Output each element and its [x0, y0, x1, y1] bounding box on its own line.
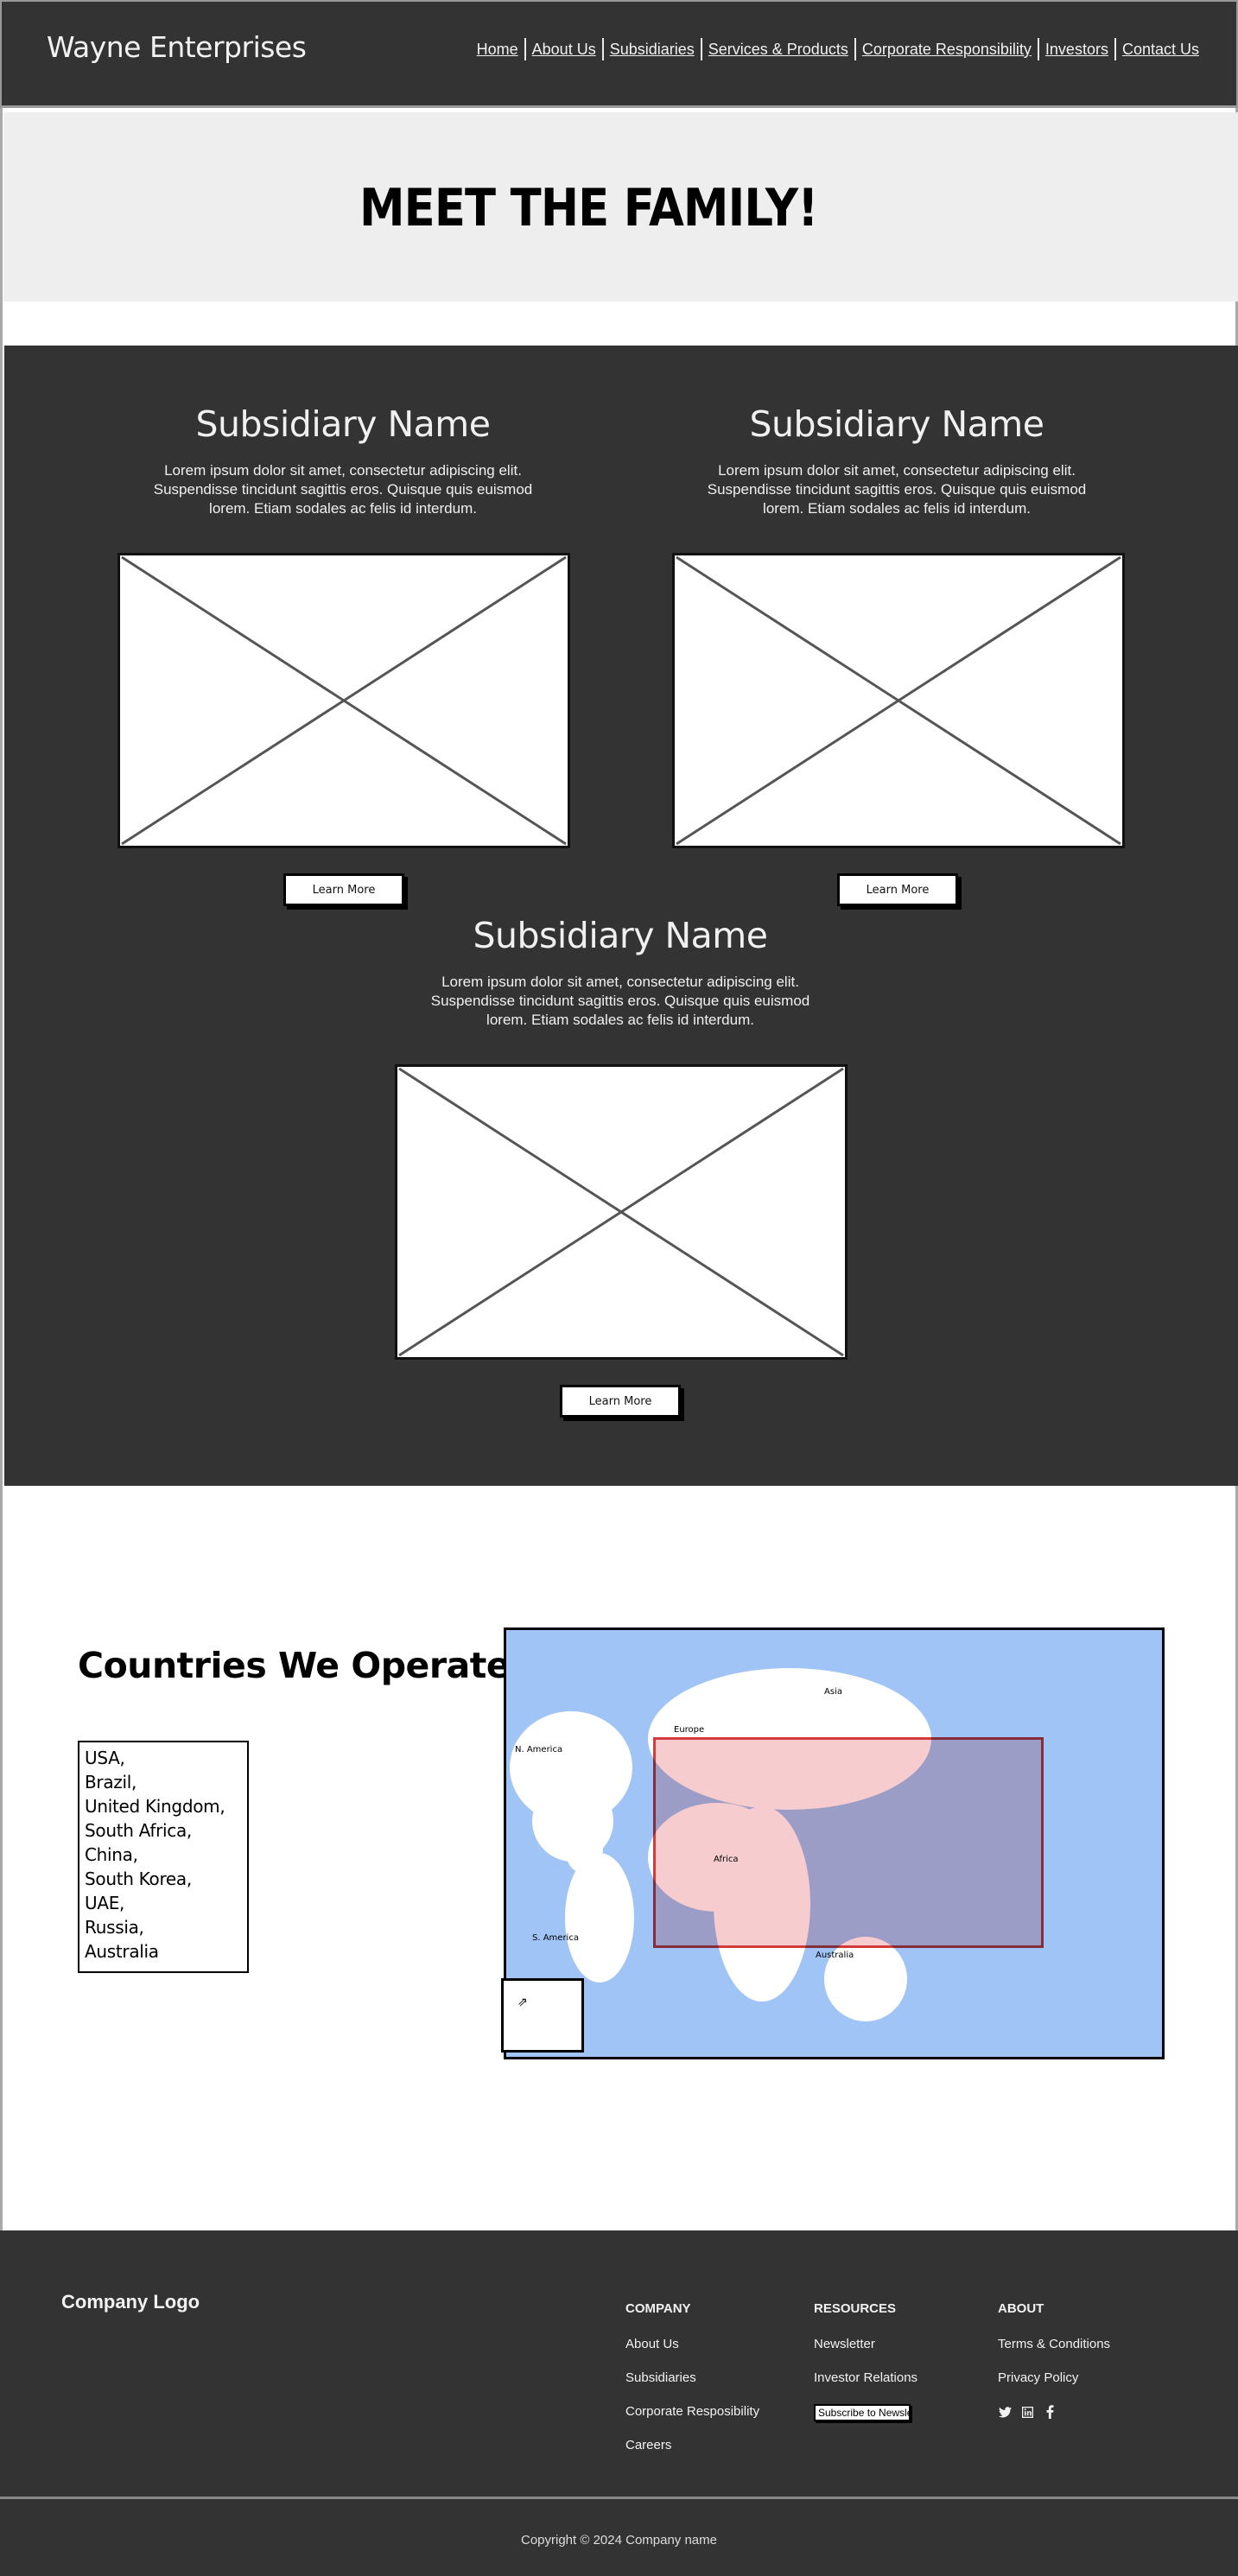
- page-frame-left: [0, 104, 3, 2230]
- countries-title: Countries We Operate in: [78, 1645, 559, 1686]
- facebook-icon[interactable]: [1043, 2404, 1057, 2420]
- expand-icon[interactable]: ⇗: [517, 1995, 528, 2009]
- map-label-europe: Europe: [674, 1725, 705, 1735]
- subsidiary-name: Subsidiary Name: [195, 403, 491, 445]
- country-item: Brazil,: [85, 1772, 137, 1792]
- map-label-asia: Asia: [824, 1687, 842, 1697]
- copyright-text: Copyright © 2024 Company name: [520, 2533, 717, 2547]
- footer-heading: COMPANY: [625, 2301, 691, 2316]
- subsidiary-name: Subsidiary Name: [473, 915, 768, 956]
- footer-link-privacy[interactable]: Privacy Policy: [998, 2370, 1110, 2386]
- country-list: USA, Brazil, United Kingdom, South Afric…: [78, 1741, 249, 1973]
- hero-banner: MEET THE FAMILY!: [3, 112, 1238, 301]
- map-label-africa: Africa: [714, 1855, 739, 1864]
- footer-divider: [0, 2497, 1238, 2499]
- country-item: South Africa,: [85, 1820, 192, 1841]
- image-placeholder: [672, 553, 1125, 848]
- continent-south-america: [565, 1853, 634, 1983]
- footer-link-terms[interactable]: Terms & Conditions: [998, 2337, 1110, 2352]
- subscribe-newsletter-button[interactable]: Subscribe to Newsletter: [814, 2404, 911, 2421]
- brand-title[interactable]: Wayne Enterprises: [47, 30, 307, 64]
- country-item: Australia: [85, 1941, 159, 1962]
- subsidiary-description: Lorem ipsum dolor sit amet, consectetur …: [153, 462, 533, 517]
- nav-investors[interactable]: Investors: [1039, 40, 1114, 59]
- subsidiary-card: Subsidiary Name Lorem ipsum dolor sit am…: [668, 403, 1126, 518]
- country-item: Russia,: [85, 1917, 144, 1938]
- country-item: UAE,: [85, 1893, 125, 1913]
- nav-services-products[interactable]: Services & Products: [702, 40, 854, 59]
- footer-link-investor-relations[interactable]: Investor Relations: [814, 2370, 917, 2386]
- continent-australia: [824, 1937, 907, 2021]
- nav-subsidiaries[interactable]: Subsidiaries: [604, 40, 701, 59]
- image-placeholder: [395, 1064, 848, 1360]
- linkedin-icon[interactable]: [1020, 2404, 1034, 2420]
- learn-more-button[interactable]: Learn More: [560, 1385, 681, 1418]
- footer-link-subsidiaries[interactable]: Subsidiaries: [625, 2370, 759, 2386]
- nav-contact-us[interactable]: Contact Us: [1116, 40, 1205, 59]
- image-placeholder: [117, 553, 570, 848]
- site-footer: Company Logo COMPANY About Us Subsidiari…: [0, 2230, 1238, 2576]
- footer-column-resources: RESOURCES Newsletter Investor Relations …: [814, 2301, 917, 2426]
- footer-link-corporate-responsibility[interactable]: Corporate Resposibility: [625, 2404, 759, 2420]
- country-item: South Korea,: [85, 1869, 192, 1889]
- footer-link-careers[interactable]: Careers: [625, 2438, 759, 2453]
- main-nav: Home About Us Subsidiaries Services & Pr…: [471, 38, 1205, 60]
- footer-heading: RESOURCES: [814, 2301, 897, 2316]
- footer-column-about: ABOUT Terms & Conditions Privacy Policy: [998, 2301, 1110, 2420]
- twitter-icon[interactable]: [998, 2404, 1012, 2420]
- country-item: USA,: [85, 1748, 125, 1768]
- learn-more-button[interactable]: Learn More: [283, 873, 404, 906]
- footer-link-about-us[interactable]: About Us: [625, 2337, 759, 2352]
- map-label-south-america: S. America: [532, 1933, 579, 1943]
- footer-heading: ABOUT: [998, 2301, 1044, 2316]
- social-links: [998, 2404, 1110, 2420]
- footer-link-newsletter[interactable]: Newsletter: [814, 2337, 917, 2352]
- nav-home[interactable]: Home: [471, 40, 524, 59]
- hero-title: MEET THE FAMILY!: [359, 178, 818, 238]
- footer-column-company: COMPANY About Us Subsidiaries Corporate …: [625, 2301, 759, 2471]
- world-map[interactable]: N. America S. America Europe Africa Asia…: [504, 1627, 1165, 2059]
- subsidiary-card: Subsidiary Name Lorem ipsum dolor sit am…: [114, 403, 572, 518]
- nav-corporate-responsibility[interactable]: Corporate Responsibility: [856, 40, 1038, 59]
- subsidiary-description: Lorem ipsum dolor sit amet, consectetur …: [707, 462, 1087, 517]
- subsidiary-card: Subsidiary Name Lorem ipsum dolor sit am…: [391, 914, 849, 1030]
- subsidiary-description: Lorem ipsum dolor sit amet, consectetur …: [430, 974, 810, 1028]
- map-label-north-america: N. America: [515, 1745, 563, 1754]
- country-item: China,: [85, 1844, 138, 1865]
- subsidiary-name: Subsidiary Name: [749, 403, 1044, 445]
- subsidiaries-section: Subsidiary Name Lorem ipsum dolor sit am…: [4, 346, 1238, 1486]
- country-item: United Kingdom,: [85, 1796, 225, 1817]
- company-logo[interactable]: Company Logo: [61, 2291, 200, 2313]
- map-label-australia: Australia: [816, 1951, 854, 1960]
- nav-about-us[interactable]: About Us: [526, 40, 602, 59]
- learn-more-button[interactable]: Learn More: [837, 873, 958, 906]
- map-inset[interactable]: ⇗: [501, 1978, 584, 2053]
- site-header: Wayne Enterprises Home About Us Subsidia…: [0, 0, 1238, 108]
- selected-region-highlight[interactable]: [653, 1737, 1044, 1948]
